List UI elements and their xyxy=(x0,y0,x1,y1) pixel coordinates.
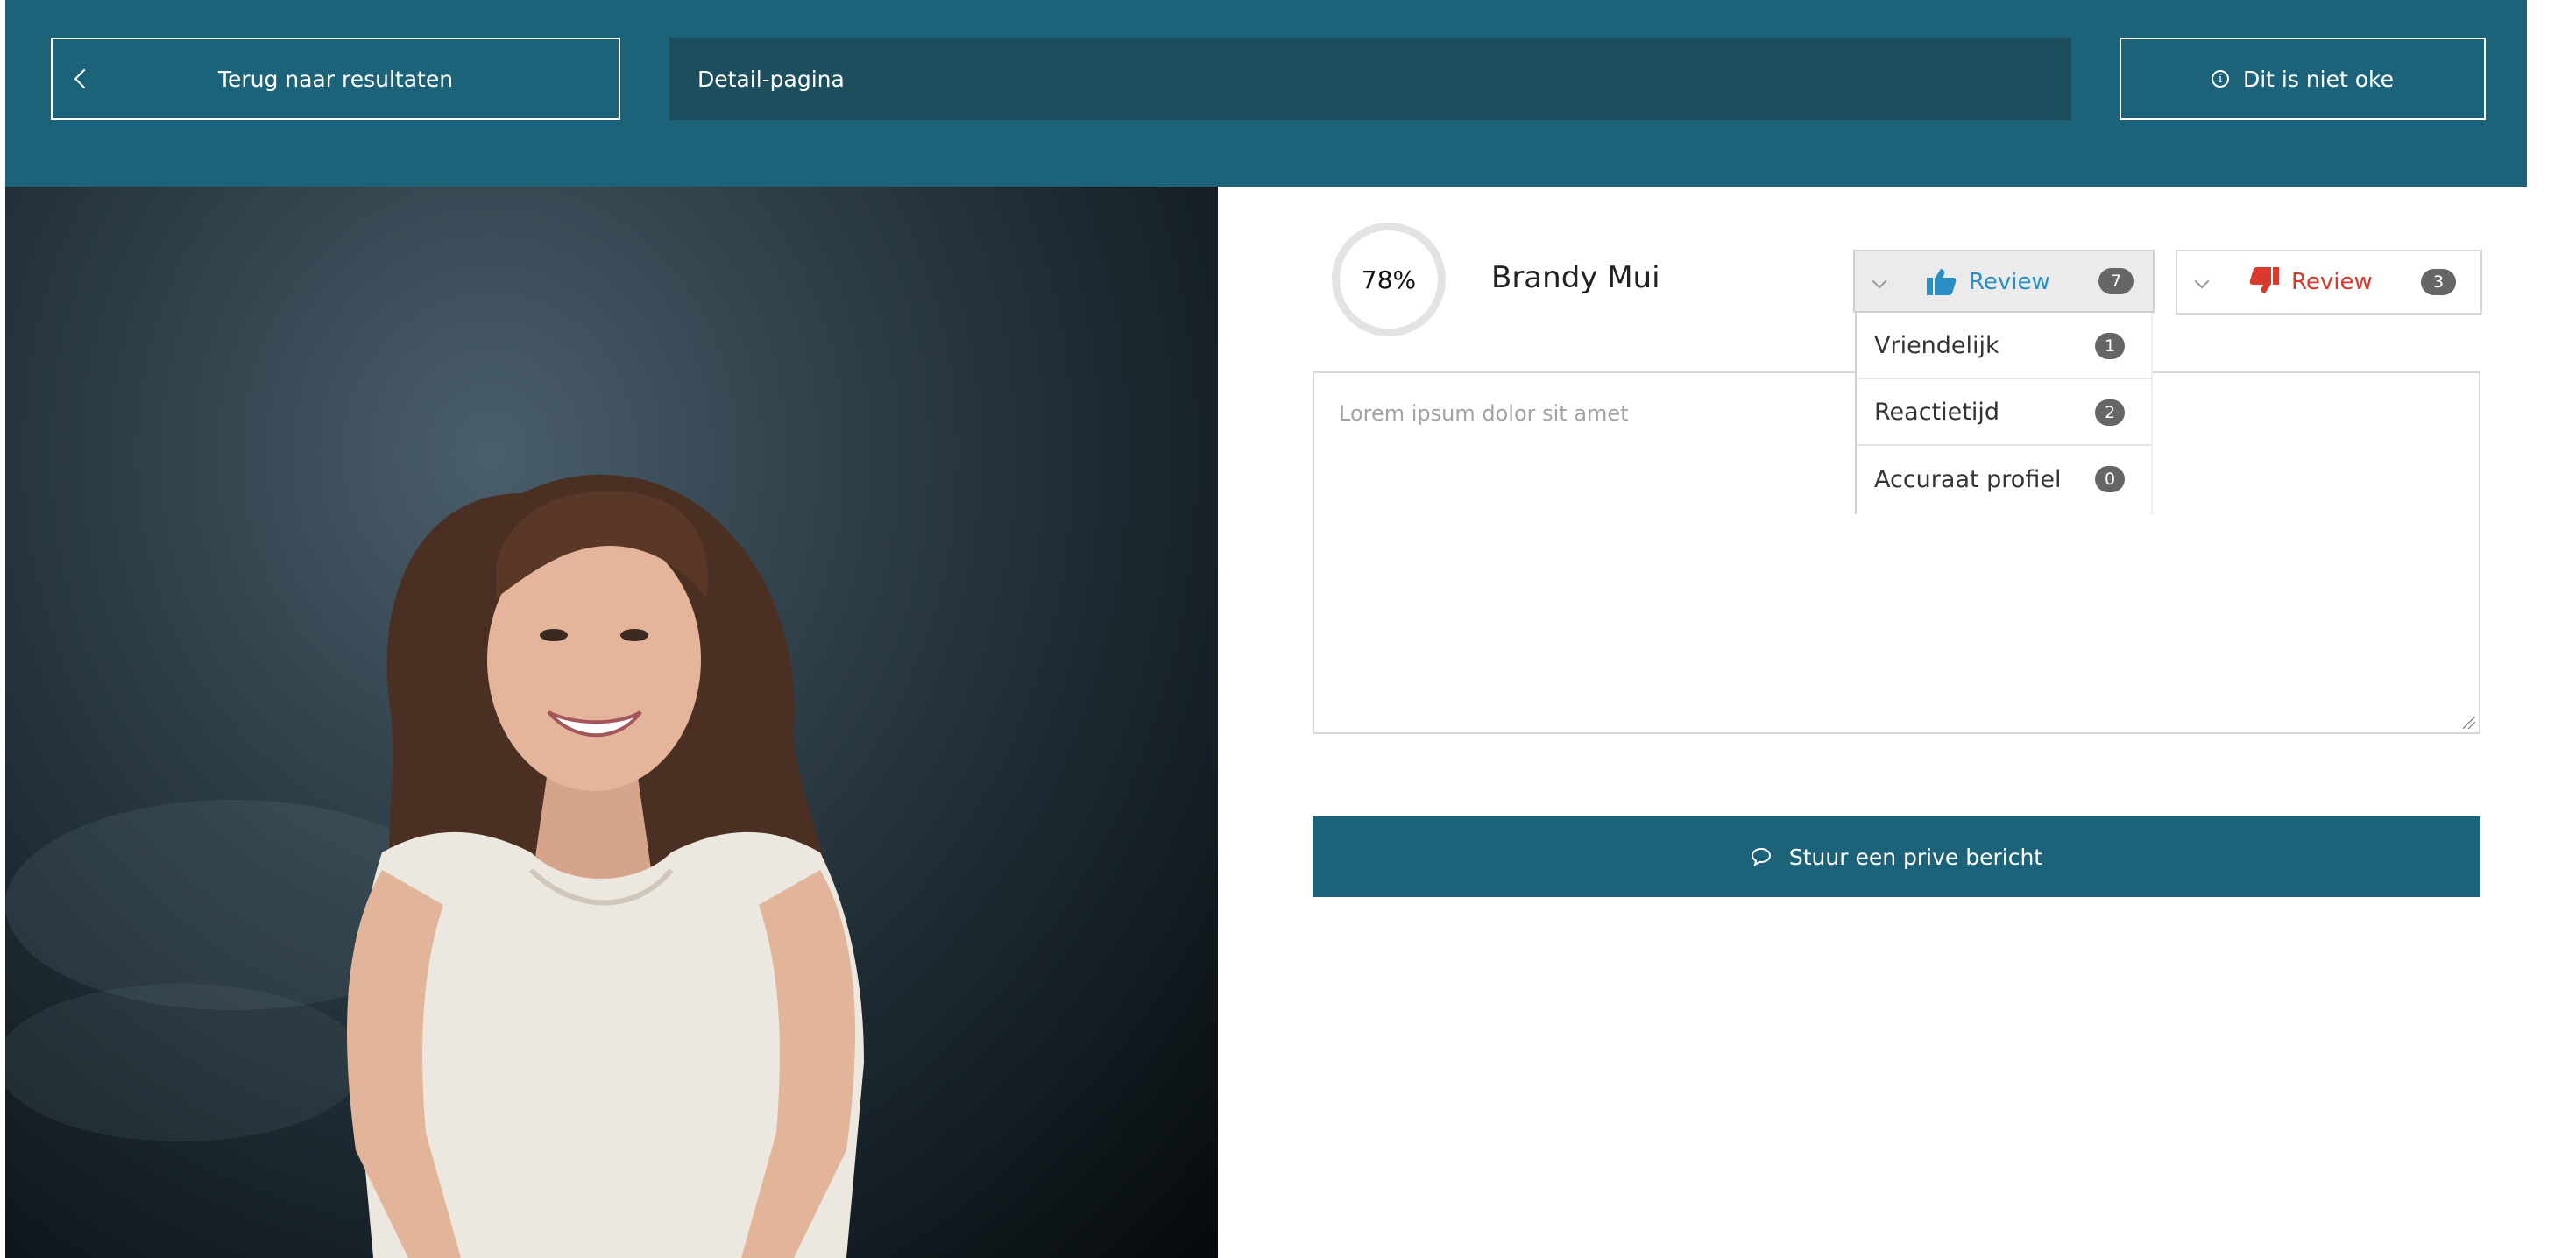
chevron-down-icon xyxy=(1872,273,1887,289)
resize-handle[interactable] xyxy=(2463,717,2475,729)
positive-review-dropdown[interactable]: Review 7 xyxy=(1853,250,2155,313)
user-name: Brandy Mui xyxy=(1491,260,1660,295)
rating-value: 78% xyxy=(1361,265,1417,294)
negative-review-count: 3 xyxy=(2421,269,2456,295)
menu-item-label: Accuraat profiel xyxy=(1874,465,2062,493)
chevron-left-icon xyxy=(74,68,95,89)
menu-item-count: 2 xyxy=(2095,399,2125,426)
menu-item-vriendelijk[interactable]: Vriendelijk 1 xyxy=(1857,313,2151,379)
positive-review-menu: Vriendelijk 1 Reactietijd 2 Accuraat pro… xyxy=(1855,313,2153,514)
back-button-label: Terug naar resultaten xyxy=(217,66,454,92)
back-to-results-button[interactable]: Terug naar resultaten xyxy=(51,38,620,120)
page-title-label: Detail-pagina xyxy=(697,66,845,92)
negative-review-dropdown[interactable]: Review 3 xyxy=(2176,250,2482,314)
message-placeholder: Lorem ipsum dolor sit amet xyxy=(1339,401,1629,426)
profile-photo-illustration xyxy=(5,474,864,1258)
rating-circle: 78% xyxy=(1332,223,1446,336)
report-button[interactable]: Dit is niet oke xyxy=(2120,38,2486,120)
thumbs-up-icon xyxy=(1927,269,1957,295)
menu-item-count: 1 xyxy=(2095,333,2125,359)
chat-bubble-icon xyxy=(1751,847,1771,866)
thumbs-down-icon xyxy=(2249,267,2279,293)
send-private-message-button[interactable]: Stuur een prive bericht xyxy=(1313,816,2480,897)
report-button-label: Dit is niet oke xyxy=(2242,66,2395,92)
page-title: Detail-pagina xyxy=(669,38,2071,120)
menu-item-label: Reactietijd xyxy=(1874,398,1999,426)
menu-item-label: Vriendelijk xyxy=(1874,331,1999,359)
menu-item-accuraat-profiel[interactable]: Accuraat profiel 0 xyxy=(1857,446,2151,512)
positive-review-label: Review xyxy=(1969,269,2050,295)
info-icon xyxy=(2211,70,2229,88)
positive-review-count: 7 xyxy=(2098,268,2134,294)
send-button-label: Stuur een prive bericht xyxy=(1788,844,2043,870)
negative-review-label: Review xyxy=(2291,269,2373,295)
chevron-down-icon xyxy=(2194,273,2210,289)
top-bar: Terug naar resultaten Detail-pagina Dit … xyxy=(5,0,2527,187)
profile-photo xyxy=(5,187,1218,1258)
menu-item-reactietijd[interactable]: Reactietijd 2 xyxy=(1857,379,2151,446)
menu-item-count: 0 xyxy=(2095,466,2125,492)
